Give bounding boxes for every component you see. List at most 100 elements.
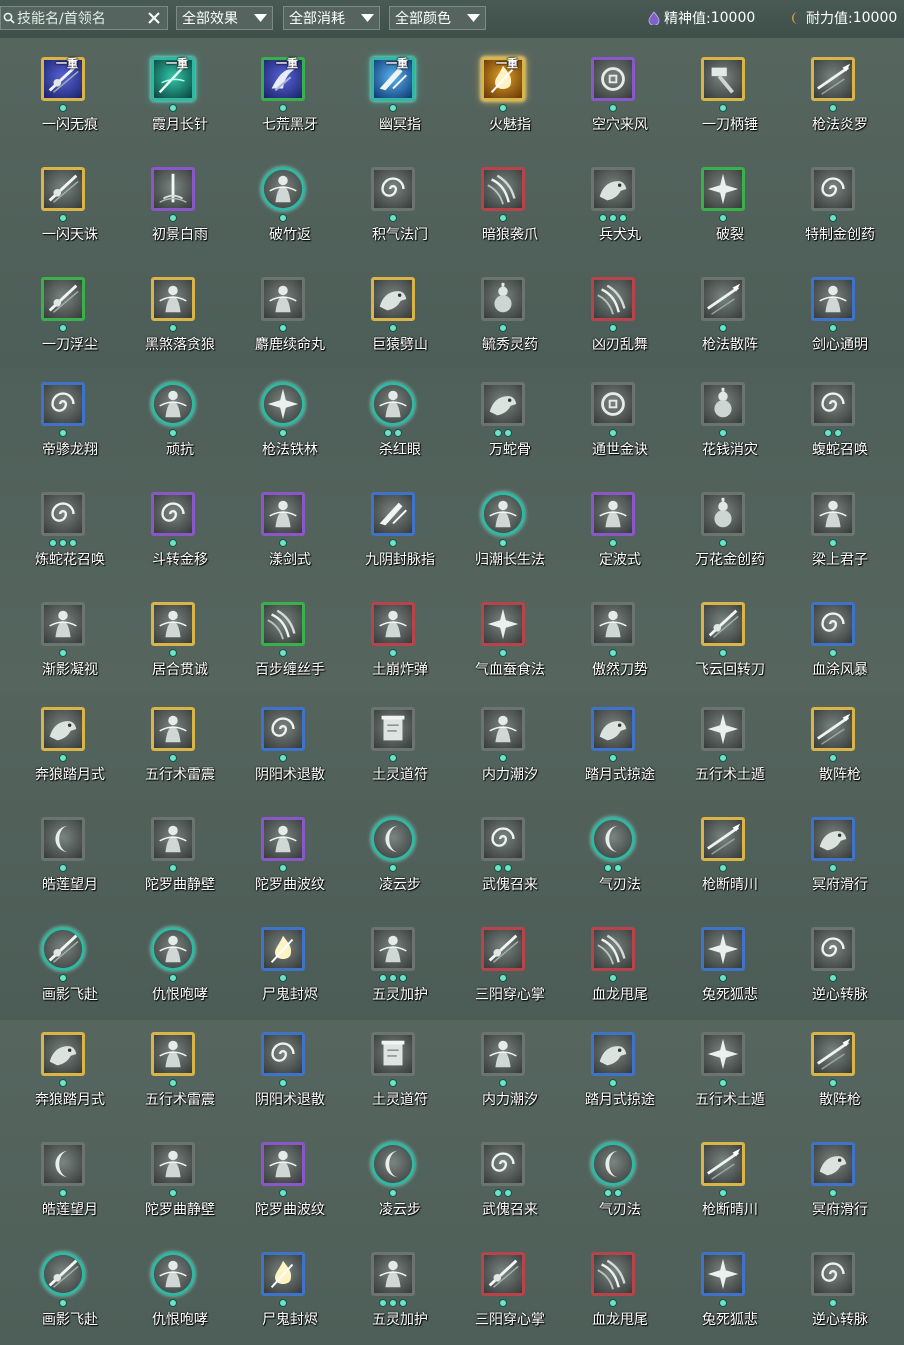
skill-icon[interactable] — [481, 382, 525, 426]
skill-icon[interactable] — [591, 277, 635, 321]
skill-slot[interactable]: 麝鹿续命丸 — [227, 258, 337, 358]
skill-icon[interactable] — [371, 1142, 415, 1186]
skill-slot[interactable]: 定波式 — [557, 473, 667, 573]
skill-slot[interactable]: 归潮长生法 — [447, 473, 557, 573]
skill-icon[interactable] — [261, 1032, 305, 1076]
skill-icon[interactable] — [481, 167, 525, 211]
skill-slot[interactable]: 凶刃乱舞 — [557, 258, 667, 358]
skill-icon[interactable] — [811, 602, 855, 646]
skill-slot[interactable]: 巨猿劈山 — [337, 258, 447, 358]
skill-icon[interactable] — [151, 167, 195, 211]
skill-slot[interactable]: 居合贯诚 — [117, 583, 227, 683]
skill-slot[interactable]: 毓秀灵药 — [447, 258, 557, 358]
skill-icon[interactable] — [591, 57, 635, 101]
skill-slot[interactable]: 枪法散阵 — [667, 258, 777, 358]
skill-slot[interactable]: 仇恨咆哮 — [117, 1233, 227, 1333]
skill-slot[interactable]: 积气法门 — [337, 148, 447, 248]
skill-slot[interactable]: 枪断晴川 — [667, 798, 777, 898]
skill-icon[interactable] — [151, 1032, 195, 1076]
skill-icon[interactable] — [371, 167, 415, 211]
skill-slot[interactable]: 漾剑式 — [227, 473, 337, 573]
skill-slot[interactable]: 陀罗曲静壁 — [117, 1123, 227, 1223]
skill-icon[interactable] — [701, 1032, 745, 1076]
skill-slot[interactable]: 气血蚕食法 — [447, 583, 557, 683]
skill-icon[interactable] — [701, 382, 745, 426]
skill-slot[interactable]: 斗转金移 — [117, 473, 227, 573]
skill-icon[interactable] — [591, 1142, 635, 1186]
skill-icon[interactable] — [151, 492, 195, 536]
skill-icon[interactable] — [261, 167, 305, 211]
skill-icon[interactable] — [811, 1252, 855, 1296]
skill-icon[interactable] — [261, 492, 305, 536]
color-filter-dropdown[interactable]: 全部颜色 — [389, 6, 486, 30]
skill-icon[interactable] — [481, 277, 525, 321]
skill-icon[interactable] — [701, 1252, 745, 1296]
skill-slot[interactable]: 黑煞落贪狼 — [117, 258, 227, 358]
search-input[interactable]: 技能名/首领名 — [0, 6, 168, 30]
skill-icon[interactable] — [41, 1252, 85, 1296]
skill-icon[interactable] — [41, 927, 85, 971]
skill-slot[interactable]: 踏月式掠途 — [557, 1013, 667, 1113]
skill-icon[interactable] — [591, 927, 635, 971]
skill-slot[interactable]: 武傀召来 — [447, 1123, 557, 1223]
skill-slot[interactable]: 散阵枪 — [777, 688, 887, 788]
skill-icon[interactable] — [591, 707, 635, 751]
skill-icon[interactable] — [701, 927, 745, 971]
skill-slot[interactable]: 陀罗曲静壁 — [117, 798, 227, 898]
skill-icon[interactable] — [371, 1032, 415, 1076]
skill-slot[interactable]: 武傀召来 — [447, 798, 557, 898]
skill-icon[interactable] — [371, 927, 415, 971]
skill-icon[interactable] — [371, 277, 415, 321]
skill-slot[interactable]: 血龙甩尾 — [557, 908, 667, 1008]
skill-icon[interactable] — [261, 817, 305, 861]
skill-icon[interactable] — [591, 382, 635, 426]
skill-slot[interactable]: 杀红眼 — [337, 363, 447, 463]
skill-icon[interactable] — [481, 492, 525, 536]
skill-icon[interactable] — [41, 1032, 85, 1076]
skill-icon[interactable] — [151, 927, 195, 971]
skill-icon[interactable] — [371, 602, 415, 646]
skill-slot[interactable]: 九阴封脉指 — [337, 473, 447, 573]
skill-slot[interactable]: 特制金创药 — [777, 148, 887, 248]
cost-filter-dropdown[interactable]: 全部消耗 — [283, 6, 380, 30]
skill-slot[interactable]: 暗狼袭爪 — [447, 148, 557, 248]
skill-slot[interactable]: 一重 幽冥指 — [337, 38, 447, 138]
skill-slot[interactable]: 土崩炸弹 — [337, 583, 447, 683]
skill-icon[interactable] — [591, 167, 635, 211]
skill-slot[interactable]: 陀罗曲波纹 — [227, 1123, 337, 1223]
skill-slot[interactable]: 尸鬼封烬 — [227, 908, 337, 1008]
skill-icon[interactable] — [261, 602, 305, 646]
skill-icon[interactable] — [701, 707, 745, 751]
skill-icon[interactable] — [261, 382, 305, 426]
skill-icon[interactable] — [151, 707, 195, 751]
skill-slot[interactable]: 兔死狐悲 — [667, 1233, 777, 1333]
skill-slot[interactable]: 土灵道符 — [337, 1013, 447, 1113]
skill-slot[interactable]: 内力潮汐 — [447, 688, 557, 788]
skill-slot[interactable]: 破裂 — [667, 148, 777, 248]
skill-icon[interactable] — [371, 1252, 415, 1296]
skill-slot[interactable]: 一刀柄锤 — [667, 38, 777, 138]
skill-slot[interactable]: 三阳穿心掌 — [447, 908, 557, 1008]
skill-slot[interactable]: 冥府滑行 — [777, 1123, 887, 1223]
skill-icon[interactable] — [701, 277, 745, 321]
skill-slot[interactable]: 万蛇骨 — [447, 363, 557, 463]
skill-slot[interactable]: 气刃法 — [557, 798, 667, 898]
skill-slot[interactable]: 五行术雷震 — [117, 688, 227, 788]
skill-slot[interactable]: 冥府滑行 — [777, 798, 887, 898]
skill-slot[interactable]: 傲然刀势 — [557, 583, 667, 683]
skill-icon[interactable] — [481, 1252, 525, 1296]
skill-icon[interactable] — [151, 817, 195, 861]
skill-slot[interactable]: 梁上君子 — [777, 473, 887, 573]
skill-icon[interactable] — [41, 277, 85, 321]
skill-icon[interactable] — [481, 817, 525, 861]
skill-slot[interactable]: 通世金诀 — [557, 363, 667, 463]
skill-icon[interactable] — [701, 817, 745, 861]
skill-slot[interactable]: 气刃法 — [557, 1123, 667, 1223]
skill-slot[interactable]: 血龙甩尾 — [557, 1233, 667, 1333]
skill-slot[interactable]: 一重 七荒黑牙 — [227, 38, 337, 138]
skill-slot[interactable]: 空穴来风 — [557, 38, 667, 138]
skill-icon[interactable] — [151, 602, 195, 646]
skill-slot[interactable]: 飞云回转刀 — [667, 583, 777, 683]
skill-icon[interactable] — [371, 707, 415, 751]
skill-slot[interactable]: 五灵加护 — [337, 908, 447, 1008]
